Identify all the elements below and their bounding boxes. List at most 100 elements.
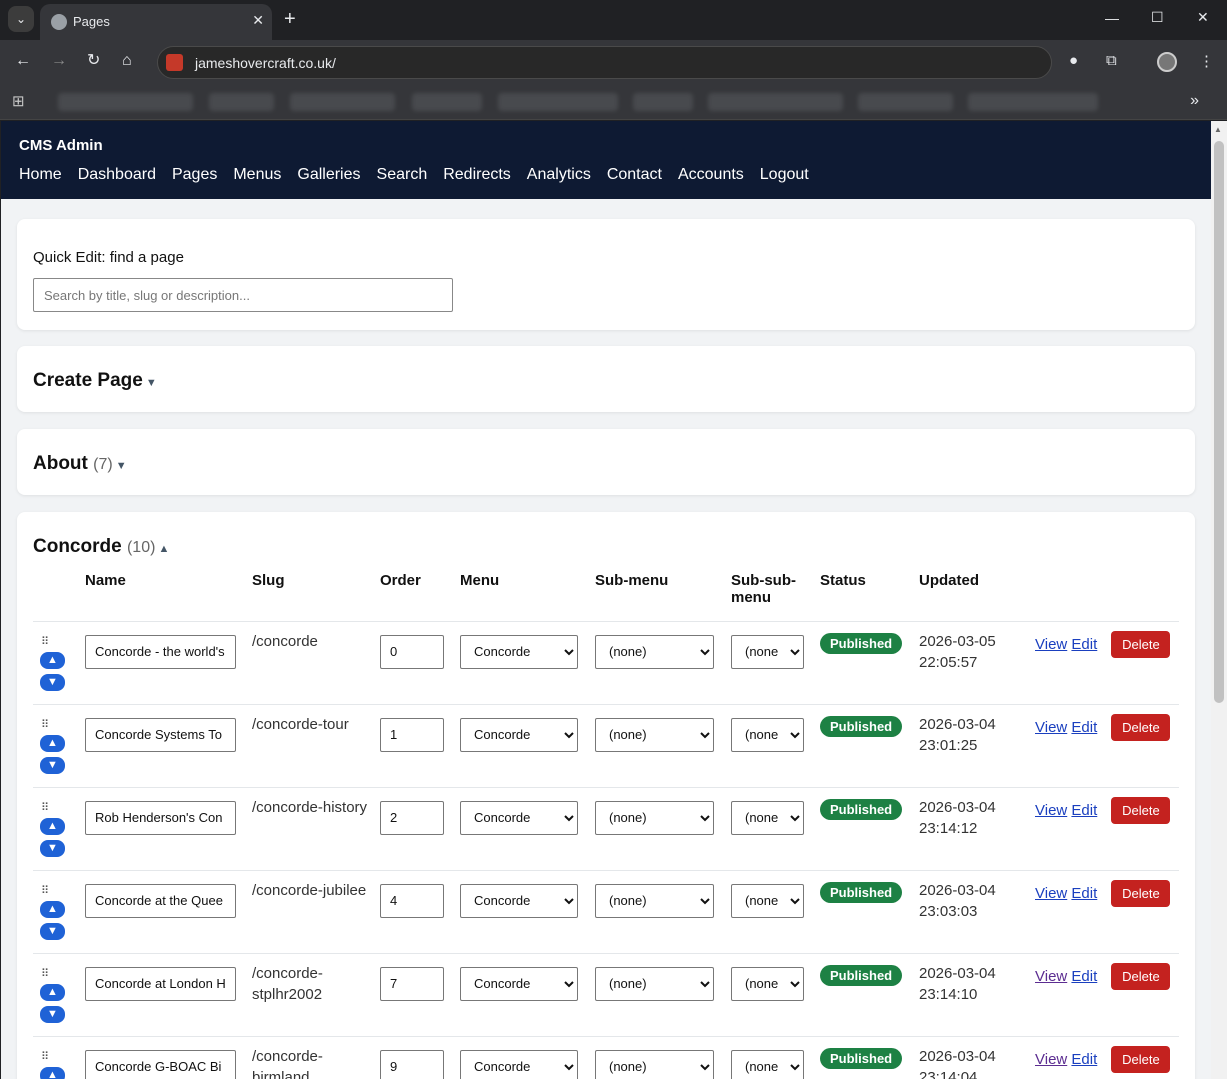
sub-menu-select[interactable]: (none) — [595, 634, 714, 669]
delete-button[interactable]: Delete — [1111, 713, 1171, 741]
sub-menu-select[interactable]: (none) — [595, 883, 714, 918]
delete-button[interactable]: Delete — [1111, 879, 1171, 907]
nav-redirects[interactable]: Redirects — [443, 166, 511, 184]
sub-menu-select[interactable]: (none) — [595, 966, 714, 1001]
view-link[interactable]: View — [1035, 636, 1067, 653]
view-link[interactable]: View — [1035, 719, 1067, 736]
page-order-input[interactable] — [380, 966, 444, 1001]
bookmark-item[interactable] — [708, 93, 843, 111]
bookmarks-overflow-icon[interactable]: » — [1190, 92, 1199, 110]
delete-button[interactable]: Delete — [1111, 962, 1171, 990]
move-up-button[interactable]: ▲ — [40, 817, 65, 835]
drag-handle-icon[interactable]: ⠿ — [41, 1051, 85, 1062]
maximize-icon[interactable]: ☐ — [1151, 9, 1164, 26]
page-name-input[interactable] — [85, 634, 236, 669]
nav-accounts[interactable]: Accounts — [678, 166, 744, 184]
page-name-input[interactable] — [85, 717, 236, 752]
edit-link[interactable]: Edit — [1071, 1051, 1097, 1068]
nav-analytics[interactable]: Analytics — [527, 166, 591, 184]
address-bar[interactable]: jameshovercraft.co.uk/ — [157, 46, 1052, 79]
move-down-button[interactable]: ▼ — [40, 756, 65, 774]
page-order-input[interactable] — [380, 883, 444, 918]
sub-sub-menu-select[interactable]: (none — [731, 883, 804, 918]
bookmark-item[interactable] — [968, 93, 1098, 111]
view-link[interactable]: View — [1035, 802, 1067, 819]
browser-tab[interactable]: Pages ✕ — [40, 4, 272, 40]
scroll-up-icon[interactable]: ▲ — [1214, 125, 1222, 134]
move-up-button[interactable]: ▲ — [40, 983, 65, 1001]
sub-menu-select[interactable]: (none) — [595, 800, 714, 835]
sub-sub-menu-select[interactable]: (none — [731, 966, 804, 1001]
page-name-input[interactable] — [85, 883, 236, 918]
nav-dashboard[interactable]: Dashboard — [78, 166, 156, 184]
move-up-button[interactable]: ▲ — [40, 1066, 65, 1079]
drag-handle-icon[interactable]: ⠿ — [41, 802, 85, 813]
close-tab-icon[interactable]: ✕ — [252, 12, 264, 29]
bookmark-item[interactable] — [498, 93, 618, 111]
move-up-button[interactable]: ▲ — [40, 651, 65, 669]
bookmark-item[interactable] — [290, 93, 395, 111]
bookmark-item[interactable] — [858, 93, 953, 111]
menu-select[interactable]: Concorde — [460, 966, 578, 1001]
minimize-icon[interactable]: — — [1105, 10, 1119, 26]
home-icon[interactable]: ⌂ — [122, 52, 132, 70]
menu-select[interactable]: Concorde — [460, 1049, 578, 1079]
sub-menu-select[interactable]: (none) — [595, 717, 714, 752]
nav-home[interactable]: Home — [19, 166, 62, 184]
drag-handle-icon[interactable]: ⠿ — [41, 885, 85, 896]
create-page-card[interactable]: Create Page ▼ — [17, 346, 1195, 412]
move-down-button[interactable]: ▼ — [40, 839, 65, 857]
reload-icon[interactable]: ↻ — [87, 52, 100, 70]
sub-sub-menu-select[interactable]: (none — [731, 634, 804, 669]
drag-handle-icon[interactable]: ⠿ — [41, 719, 85, 730]
quick-edit-search-input[interactable] — [33, 278, 453, 312]
sub-sub-menu-select[interactable]: (none — [731, 717, 804, 752]
edit-link[interactable]: Edit — [1071, 636, 1097, 653]
menu-select[interactable]: Concorde — [460, 800, 578, 835]
sub-menu-select[interactable]: (none) — [595, 1049, 714, 1079]
nav-pages[interactable]: Pages — [172, 166, 217, 184]
move-up-button[interactable]: ▲ — [40, 900, 65, 918]
edit-link[interactable]: Edit — [1071, 968, 1097, 985]
nav-logout[interactable]: Logout — [760, 166, 809, 184]
menu-select[interactable]: Concorde — [460, 717, 578, 752]
view-link[interactable]: View — [1035, 1051, 1067, 1068]
move-down-button[interactable]: ▼ — [40, 673, 65, 691]
page-name-input[interactable] — [85, 800, 236, 835]
concorde-section-header[interactable]: Concorde (10) ▲ — [33, 536, 169, 558]
drag-handle-icon[interactable]: ⠿ — [41, 636, 85, 647]
create-page-header[interactable]: Create Page ▼ — [33, 370, 157, 392]
move-up-button[interactable]: ▲ — [40, 734, 65, 752]
new-tab-button[interactable]: + — [284, 8, 296, 30]
delete-button[interactable]: Delete — [1111, 1045, 1171, 1073]
nav-search[interactable]: Search — [377, 166, 428, 184]
apps-grid-icon[interactable]: ⊞ — [12, 92, 25, 110]
tab-search-button[interactable]: ⌄ — [8, 6, 34, 32]
page-name-input[interactable] — [85, 1049, 236, 1079]
bookmark-item[interactable] — [209, 93, 274, 111]
page-scrollbar[interactable]: ▲ — [1211, 121, 1227, 1079]
menu-select[interactable]: Concorde — [460, 883, 578, 918]
page-name-input[interactable] — [85, 966, 236, 1001]
page-order-input[interactable] — [380, 800, 444, 835]
back-icon[interactable]: ← — [15, 52, 31, 70]
menu-kebab-icon[interactable]: ⋮ — [1199, 52, 1214, 70]
sub-sub-menu-select[interactable]: (none — [731, 1049, 804, 1079]
about-section-header[interactable]: About (7) ▼ — [33, 453, 127, 475]
delete-button[interactable]: Delete — [1111, 796, 1171, 824]
view-link[interactable]: View — [1035, 968, 1067, 985]
nav-contact[interactable]: Contact — [607, 166, 662, 184]
profile-avatar[interactable] — [1157, 52, 1177, 72]
page-order-input[interactable] — [380, 717, 444, 752]
extensions-puzzle-icon[interactable]: ⧉ — [1106, 52, 1117, 69]
bookmark-item[interactable] — [58, 93, 193, 111]
edit-link[interactable]: Edit — [1071, 719, 1097, 736]
move-down-button[interactable]: ▼ — [40, 1005, 65, 1023]
nav-menus[interactable]: Menus — [233, 166, 281, 184]
about-section-card[interactable]: About (7) ▼ — [17, 429, 1195, 495]
nav-galleries[interactable]: Galleries — [297, 166, 360, 184]
edit-link[interactable]: Edit — [1071, 885, 1097, 902]
delete-button[interactable]: Delete — [1111, 630, 1171, 658]
move-down-button[interactable]: ▼ — [40, 922, 65, 940]
scrollbar-thumb[interactable] — [1214, 141, 1224, 703]
